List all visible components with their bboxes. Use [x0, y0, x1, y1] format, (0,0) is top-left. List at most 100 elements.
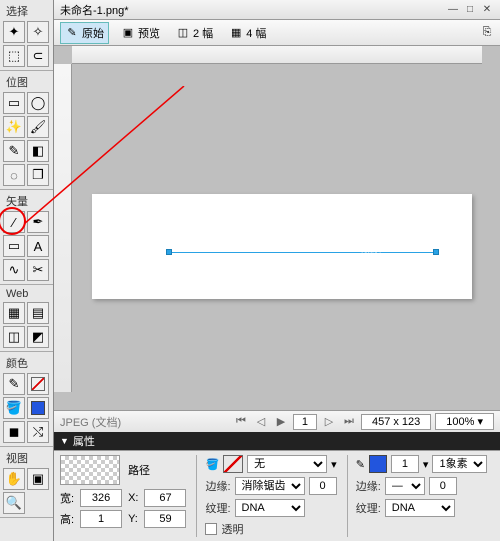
view-2up[interactable]: ◫ 2 幅 [172, 23, 217, 43]
width-input[interactable] [80, 489, 122, 507]
brush-tool[interactable]: 🖌 [27, 116, 49, 138]
zoom-display[interactable]: 100% ▾ [435, 413, 494, 430]
canvas-area: 卡卡测速网 www.webkaka.com [54, 46, 500, 410]
lasso2-tool[interactable]: ◯ [27, 92, 49, 114]
default-colors[interactable]: ◼ [3, 421, 25, 443]
properties-panel: 路径 宽: X: 高: Y: 🪣 无 ▾ [54, 450, 500, 541]
hotspot-tool[interactable]: ▦ [3, 302, 25, 324]
height-input[interactable] [80, 510, 122, 528]
path-label: 路径 [128, 462, 150, 478]
fill-color-tool[interactable]: 🪣 [3, 397, 25, 419]
lasso-tool[interactable]: ⊂ [27, 45, 49, 67]
line-tool[interactable]: ∕ [3, 211, 25, 233]
y-label: Y: [128, 513, 138, 525]
view-preview-label: 预览 [138, 25, 160, 41]
document-title: 未命名-1.png* [60, 2, 128, 18]
fill-swatch[interactable] [27, 397, 49, 419]
view-2up-label: 2 幅 [193, 25, 213, 41]
status-format: JPEG (文档) [60, 414, 121, 430]
properties-header[interactable]: ▼ 属性 [54, 432, 500, 450]
group-colors-label: 颜色 [2, 354, 51, 372]
minimize-button[interactable]: — [446, 3, 460, 17]
stroke-width-input[interactable] [391, 455, 419, 473]
view-preview[interactable]: ▣ 预览 [117, 23, 164, 43]
close-button[interactable]: ✕ [480, 3, 494, 17]
height-label: 高: [60, 511, 74, 527]
edge-value[interactable] [309, 477, 337, 495]
stroke-color-tool[interactable]: ✎ [3, 373, 25, 395]
view-4up[interactable]: ▦ 4 幅 [225, 23, 270, 43]
line-handle-right[interactable] [433, 249, 439, 255]
knife-tool[interactable]: ✂ [27, 259, 49, 281]
pencil-tool[interactable]: ✎ [3, 140, 25, 162]
stroke-unit-select[interactable]: 1象素 [432, 455, 487, 473]
x-input[interactable] [144, 489, 186, 507]
texture-label: 纹理: [205, 500, 230, 516]
texture-select[interactable]: DNA [235, 499, 305, 517]
fill-select[interactable]: 无 [247, 455, 327, 473]
x-label: X: [128, 492, 138, 504]
first-page-button[interactable]: ⏮ [233, 414, 249, 430]
stamp-tool[interactable]: ❐ [27, 164, 49, 186]
export-icon[interactable]: ⎘ [480, 26, 494, 40]
pointer-tool[interactable]: ✦ [3, 21, 25, 43]
swap-colors[interactable]: ⤭ [27, 421, 49, 443]
ruler-vertical [54, 64, 72, 392]
crop-tool[interactable]: ⬚ [3, 45, 25, 67]
group-vector-label: 矢量 [2, 192, 51, 210]
edge2-select[interactable]: — [385, 477, 425, 495]
titlebar: 未命名-1.png* — □ ✕ [54, 0, 500, 20]
subselect-tool[interactable]: ✧ [27, 21, 49, 43]
last-page-button[interactable]: ⏭ [341, 414, 357, 430]
line-handle-left[interactable] [166, 249, 172, 255]
fill-swatch[interactable] [223, 455, 243, 473]
zoom-tool[interactable]: 🔍 [3, 492, 25, 514]
wand-tool[interactable]: ✨ [3, 116, 25, 138]
edge-label: 边缘: [205, 478, 230, 494]
transparent-checkbox[interactable] [205, 523, 217, 535]
play-button[interactable]: ▶ [273, 414, 289, 430]
shape-tool[interactable]: ▭ [3, 235, 25, 257]
show-tool[interactable]: ◩ [27, 326, 49, 348]
canvas[interactable]: 卡卡测速网 www.webkaka.com [72, 64, 482, 410]
stroke-dropdown-icon[interactable]: ▾ [423, 458, 429, 471]
dimensions-display: 457 x 123 [361, 414, 431, 430]
view-mode-tool[interactable]: ▣ [27, 468, 49, 490]
edge2-label: 边缘: [356, 478, 381, 494]
bucket-icon: 🪣 [205, 458, 219, 471]
statusbar: JPEG (文档) ⏮ ◁ ▶ ▷ ⏭ 457 x 123 100% ▾ [54, 410, 500, 432]
pen-tool[interactable]: ✒ [27, 211, 49, 233]
slice-tool[interactable]: ▤ [27, 302, 49, 324]
marquee-tool[interactable]: ▭ [3, 92, 25, 114]
width-label: 宽: [60, 490, 74, 506]
group-select-label: 选择 [2, 2, 51, 20]
pencil-icon: ✎ [356, 458, 365, 471]
hand-tool[interactable]: ✋ [3, 468, 25, 490]
split4-icon: ▦ [229, 26, 243, 40]
path-thumbnail [60, 455, 120, 485]
blur-tool[interactable]: ◌ [3, 164, 25, 186]
eraser-tool[interactable]: ◧ [27, 140, 49, 162]
text-tool[interactable]: A [27, 235, 49, 257]
freeform-tool[interactable]: ∿ [3, 259, 25, 281]
edge-select[interactable]: 消除锯齿 [235, 477, 305, 495]
group-web-label: Web [2, 287, 51, 301]
stroke-swatch[interactable] [369, 455, 387, 473]
next-page-button[interactable]: ▷ [321, 414, 337, 430]
toolbox: 选择 ✦ ✧ ⬚ ⊂ 位图 ▭ ◯ ✨ 🖌 ✎ ◧ [0, 0, 54, 541]
view-4up-label: 4 幅 [246, 25, 266, 41]
hide-tool[interactable]: ◫ [3, 326, 25, 348]
view-original[interactable]: ✎ 原始 [60, 22, 109, 44]
ruler-horizontal [72, 46, 482, 64]
maximize-button[interactable]: □ [463, 3, 477, 17]
stroke-swatch[interactable] [27, 373, 49, 395]
page-input[interactable] [293, 414, 317, 430]
prev-page-button[interactable]: ◁ [253, 414, 269, 430]
fill-dropdown-icon[interactable]: ▾ [331, 458, 337, 471]
transparent-label: 透明 [221, 521, 243, 537]
split2-icon: ◫ [176, 26, 190, 40]
y-input[interactable] [144, 510, 186, 528]
view-bar: ✎ 原始 ▣ 预览 ◫ 2 幅 ▦ 4 幅 ⎘ [54, 20, 500, 46]
edge2-value[interactable] [429, 477, 457, 495]
texture2-select[interactable]: DNA [385, 499, 455, 517]
